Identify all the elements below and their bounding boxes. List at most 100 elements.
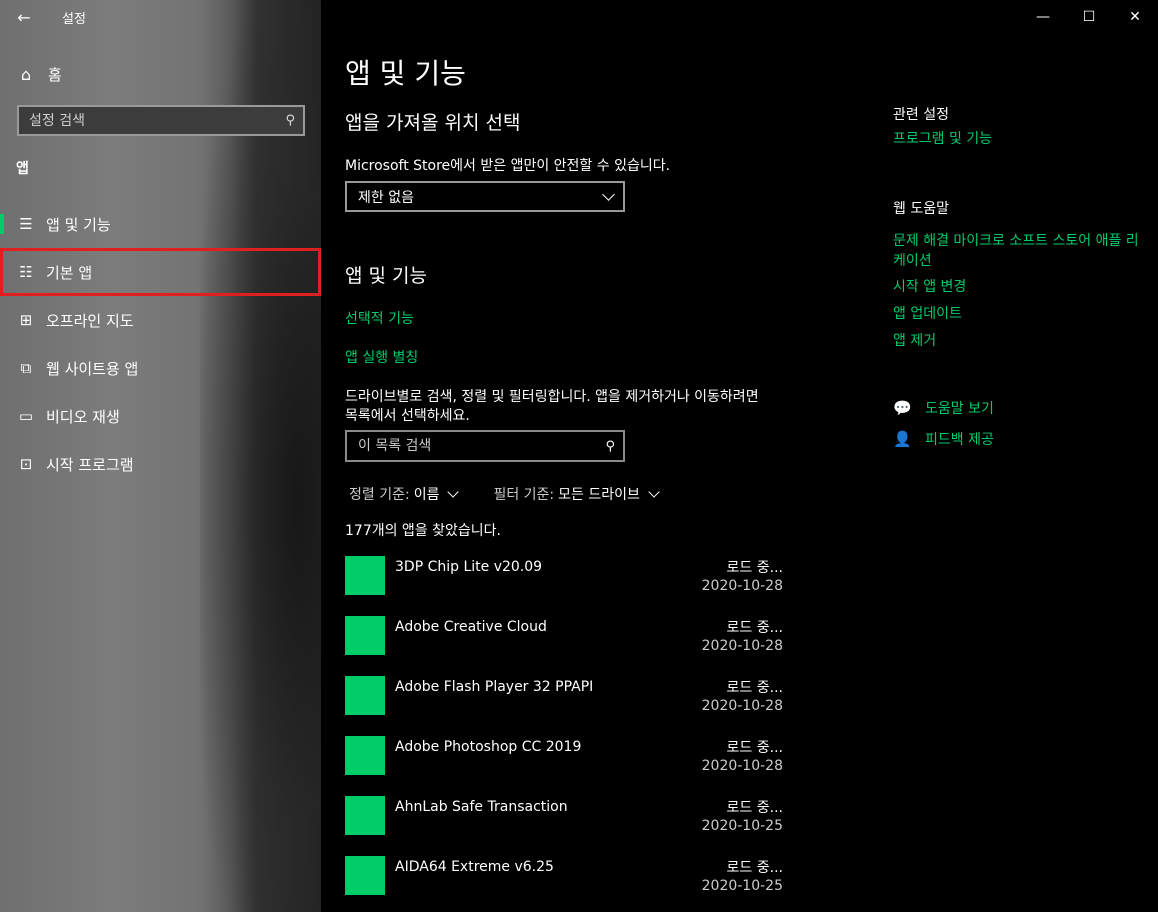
app-date: 2020-10-28 [701,698,783,714]
help-link-app-updates[interactable]: 앱 업데이트 [893,304,1143,324]
back-button[interactable]: ← [0,0,48,34]
app-name: AhnLab Safe Transaction [395,799,568,815]
default-apps-icon: ☷ [19,263,33,281]
app-icon [345,556,385,595]
app-date: 2020-10-25 [701,818,783,834]
search-icon[interactable]: ⚲ [605,439,615,454]
get-help-label: 도움말 보기 [925,401,994,417]
app-icon [345,676,385,715]
help-link-uninstall[interactable]: 앱 제거 [893,331,1143,351]
install-source-heading: 앱을 가져올 위치 선택 [345,112,521,134]
sidebar-nav: ☰ 앱 및 기능 ☷ 기본 앱 ⊞ 오프라인 지도 ⧉ 웹 사이트용 앱 ▭ 비… [0,200,321,488]
settings-search-box[interactable]: ⚲ [17,105,305,136]
list-item[interactable]: Adobe Photoshop CC 2019 로드 중... 2020-10-… [345,728,785,788]
programs-features-link[interactable]: 프로그램 및 기능 [893,129,1143,149]
app-size: 로드 중... [726,860,783,876]
feedback-link[interactable]: 👤 피드백 제공 [893,429,994,449]
feedback-label: 피드백 제공 [925,432,994,448]
search-icon[interactable]: ⚲ [285,113,295,128]
install-source-dropdown[interactable]: 제한 없음 [345,181,625,212]
web-help-heading: 웹 도움말 [893,201,949,217]
app-title: 설정 [62,11,86,27]
close-button[interactable]: ✕ [1112,0,1158,34]
app-count: 177개의 앱을 찾았습니다. [345,523,501,539]
apps-features-heading: 앱 및 기능 [345,265,427,287]
minimize-button[interactable]: — [1020,0,1066,34]
app-name: Adobe Photoshop CC 2019 [395,739,582,755]
startup-icon: ⊡ [19,455,33,473]
app-size: 로드 중... [726,680,783,696]
sort-key: 정렬 기준: [349,487,410,503]
sort-dropdown[interactable]: 정렬 기준: 이름 [349,484,460,504]
app-name: Adobe Creative Cloud [395,619,547,635]
sidebar-item-label: 오프라인 지도 [46,311,134,330]
get-help-link[interactable]: 💬 도움말 보기 [893,398,994,418]
chevron-down-icon [648,485,660,498]
app-name: 3DP Chip Lite v20.09 [395,559,543,575]
feedback-icon: 👤 [893,430,912,448]
sidebar-item-default-apps[interactable]: ☷ 기본 앱 [0,248,321,296]
related-settings-heading: 관련 설정 [893,107,949,123]
sidebar-item-video-playback[interactable]: ▭ 비디오 재생 [0,392,321,440]
app-name: AIDA64 Extreme v6.25 [395,859,554,875]
app-size: 로드 중... [726,620,783,636]
sidebar-item-label: 앱 및 기능 [46,215,111,234]
home-nav[interactable]: ⌂ 홈 [0,58,62,90]
page-title: 앱 및 기능 [345,57,466,90]
app-list-search-input[interactable] [358,438,588,454]
chevron-down-icon [447,485,460,498]
list-item[interactable]: 3DP Chip Lite v20.09 로드 중... 2020-10-28 [345,548,785,608]
sidebar-item-startup[interactable]: ⊡ 시작 프로그램 [0,440,321,488]
list-item[interactable]: AIDA64 Extreme v6.25 로드 중... 2020-10-25 [345,848,785,908]
sidebar-item-label: 웹 사이트용 앱 [46,359,139,378]
optional-features-link[interactable]: 선택적 기능 [345,308,414,328]
sort-value: 이름 [413,487,440,503]
list-icon: ☰ [19,215,33,233]
app-size: 로드 중... [726,800,783,816]
home-icon: ⌂ [20,64,32,84]
list-item[interactable]: Adobe Creative Cloud 로드 중... 2020-10-28 [345,608,785,668]
map-icon: ⊞ [19,311,33,329]
main-panel: — ☐ ✕ 앱 및 기능 앱을 가져올 위치 선택 Microsoft Stor… [321,0,1158,912]
app-icon [345,856,385,895]
section-label-apps: 앱 [16,161,29,177]
sidebar: ← 설정 ⌂ 홈 ⚲ 앱 ☰ 앱 및 기능 ☷ 기본 앱 ⊞ 오프라인 지도 ⧉… [0,0,321,912]
sidebar-item-label: 비디오 재생 [46,407,120,426]
app-size: 로드 중... [726,560,783,576]
install-source-desc: Microsoft Store에서 받은 앱만이 안전할 수 있습니다. [345,158,671,174]
filter-value: 모든 드라이브 [558,487,640,503]
window-controls: — ☐ ✕ [1020,0,1158,34]
search-desc-line2: 목록에서 선택하세요. [345,408,470,424]
list-item[interactable]: Adobe Flash Player 32 PPAPI 로드 중... 2020… [345,668,785,728]
chevron-down-icon [602,187,615,201]
app-icon [345,616,385,655]
app-date: 2020-10-25 [701,878,783,894]
list-item[interactable]: AhnLab Safe Transaction 로드 중... 2020-10-… [345,788,785,848]
app-list-search-box[interactable]: ⚲ [345,430,625,462]
help-link-startup-apps[interactable]: 시작 앱 변경 [893,277,1143,297]
sidebar-item-web-apps[interactable]: ⧉ 웹 사이트용 앱 [0,344,321,392]
app-list: 3DP Chip Lite v20.09 로드 중... 2020-10-28 … [345,548,785,908]
help-link-store-troubleshoot[interactable]: 문제 해결 마이크로 소프트 스토어 애플 리케이션 [893,231,1143,271]
filter-dropdown[interactable]: 필터 기준: 모든 드라이브 [493,484,660,504]
video-icon: ▭ [18,407,34,425]
app-name: Adobe Flash Player 32 PPAPI [395,679,594,695]
app-date: 2020-10-28 [701,578,783,594]
sidebar-item-label: 기본 앱 [46,263,93,282]
home-label: 홈 [48,65,62,84]
title-bar-left: ← 설정 [0,0,321,34]
sort-filter-bar: 정렬 기준: 이름 필터 기준: 모든 드라이브 [349,484,694,504]
sidebar-item-label: 시작 프로그램 [46,455,134,474]
back-arrow-icon: ← [17,7,31,27]
maximize-button[interactable]: ☐ [1066,0,1112,34]
filter-key: 필터 기준: [493,487,555,503]
sidebar-item-apps-features[interactable]: ☰ 앱 및 기능 [0,200,321,248]
search-desc-line1: 드라이브별로 검색, 정렬 및 필터링합니다. 앱을 제거하거나 이동하려면 [345,389,759,405]
sidebar-item-offline-maps[interactable]: ⊞ 오프라인 지도 [0,296,321,344]
help-chat-icon: 💬 [893,399,912,417]
settings-search-input[interactable] [29,112,269,129]
app-size: 로드 중... [726,740,783,756]
app-execution-alias-link[interactable]: 앱 실행 별칭 [345,347,418,367]
web-app-icon: ⧉ [20,359,32,377]
app-date: 2020-10-28 [701,758,783,774]
